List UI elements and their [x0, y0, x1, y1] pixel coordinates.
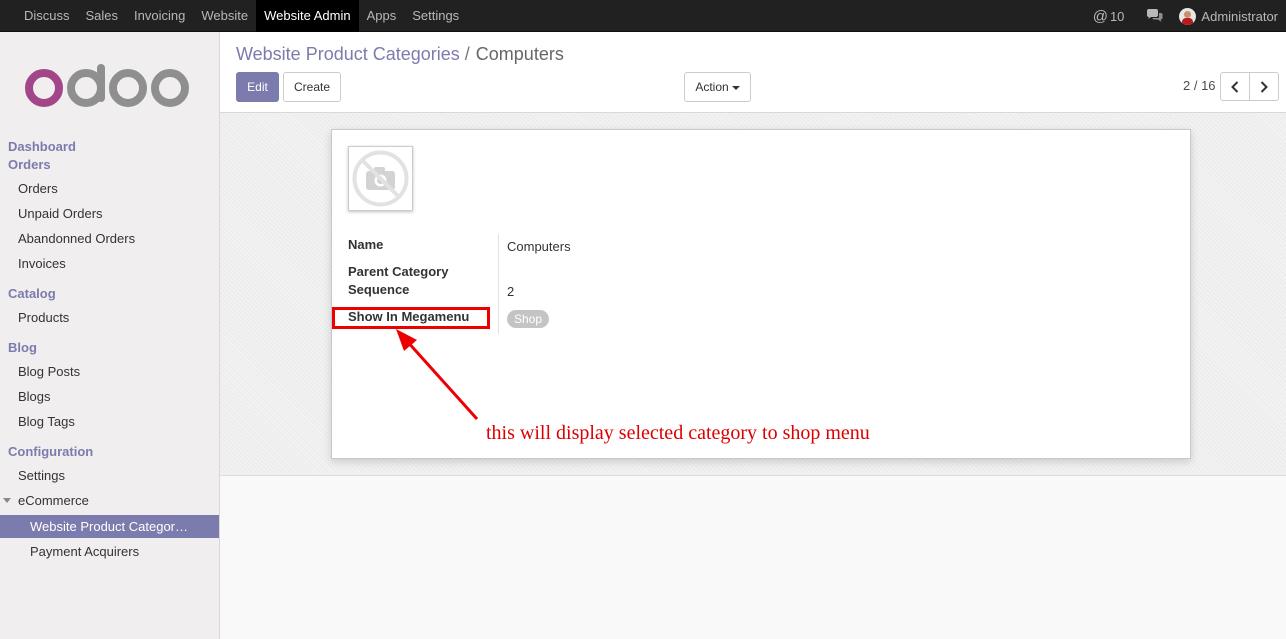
systray: @ 10 Administrator [1093, 0, 1278, 32]
app-menu: Discuss Sales Invoicing Website Website … [16, 0, 467, 32]
caret-down-icon [731, 85, 740, 90]
mention-count: 10 [1109, 8, 1125, 24]
sidebar-item-unpaid-orders[interactable]: Unpaid Orders [18, 206, 103, 221]
name-value: Computers [507, 239, 571, 254]
breadcrumb-separator: / [464, 44, 470, 64]
menu-website[interactable]: Website [193, 0, 256, 32]
sidebar-dashboard[interactable]: Dashboard [8, 139, 76, 154]
at-icon: @ [1092, 7, 1108, 25]
control-panel: Website Product Categories / Computers E… [220, 32, 1286, 113]
sidebar: Dashboard Orders Orders Unpaid Orders Ab… [0, 32, 220, 639]
menu-settings[interactable]: Settings [404, 0, 467, 32]
sequence-value: 2 [507, 284, 515, 299]
chevron-right-icon [1260, 80, 1268, 93]
user-name: Administrator [1201, 8, 1278, 24]
breadcrumb-current: Computers [475, 44, 564, 64]
sidebar-item-blog-posts[interactable]: Blog Posts [18, 364, 80, 379]
sidebar-configuration-header: Configuration [8, 444, 94, 459]
form-view: Name Parent Category Sequence Show In Me… [220, 113, 1286, 639]
sidebar-blog-header: Blog [8, 340, 37, 355]
parent-category-label: Parent Category [348, 264, 449, 279]
pager-next-button[interactable] [1249, 72, 1279, 101]
sequence-label: Sequence [348, 282, 410, 297]
menu-apps[interactable]: Apps [359, 0, 405, 32]
megamenu-tag: Shop [507, 310, 550, 328]
no-image-icon [352, 150, 409, 207]
avatar [1179, 7, 1197, 25]
pager-value[interactable]: 2 / 16 [1183, 78, 1216, 93]
sidebar-item-invoices[interactable]: Invoices [18, 256, 66, 271]
form-sheet: Name Parent Category Sequence Show In Me… [331, 129, 1191, 459]
caret-down-icon [3, 498, 11, 503]
menu-website-admin[interactable]: Website Admin [256, 0, 359, 32]
pager-previous-button[interactable] [1220, 72, 1250, 101]
edit-button[interactable]: Edit [236, 72, 279, 102]
sidebar-item-blog-tags[interactable]: Blog Tags [18, 414, 75, 429]
odoo-logo [24, 64, 194, 114]
sidebar-item-blogs[interactable]: Blogs [18, 389, 51, 404]
breadcrumb: Website Product Categories / Computers [236, 44, 564, 65]
create-button[interactable]: Create [283, 72, 341, 102]
sidebar-item-ecommerce[interactable]: eCommerce [18, 493, 89, 508]
menu-invoicing[interactable]: Invoicing [126, 0, 193, 32]
field-divider [498, 234, 499, 334]
sidebar-item-website-product-categories[interactable]: Website Product Categor… [0, 515, 219, 538]
breadcrumb-parent-link[interactable]: Website Product Categories [236, 44, 460, 65]
action-dropdown[interactable]: Action [684, 72, 751, 102]
sidebar-catalog-header: Catalog [8, 286, 56, 301]
sidebar-item-orders[interactable]: Orders [18, 181, 58, 196]
menu-sales[interactable]: Sales [78, 0, 127, 32]
action-dropdown-label: Action [695, 80, 729, 94]
sidebar-item-payment-acquirers[interactable]: Payment Acquirers [0, 540, 219, 563]
sidebar-orders-header: Orders [8, 157, 51, 172]
menu-discuss[interactable]: Discuss [16, 0, 78, 32]
sidebar-item-settings[interactable]: Settings [18, 468, 65, 483]
name-label: Name [348, 237, 384, 252]
sidebar-item-products[interactable]: Products [18, 310, 69, 325]
top-navbar: Discuss Sales Invoicing Website Website … [0, 0, 1286, 32]
category-image[interactable] [348, 146, 413, 211]
sidebar-item-abandonned-orders[interactable]: Abandonned Orders [18, 231, 135, 246]
user-menu[interactable]: Administrator [1179, 7, 1278, 25]
chevron-left-icon [1231, 80, 1239, 93]
highlight-box [332, 307, 490, 329]
mentions-button[interactable]: @ 10 [1093, 8, 1125, 25]
chat-icon[interactable] [1146, 9, 1163, 23]
annotation-text: this will display selected category to s… [486, 422, 870, 444]
create-button-label: Create [293, 80, 331, 94]
